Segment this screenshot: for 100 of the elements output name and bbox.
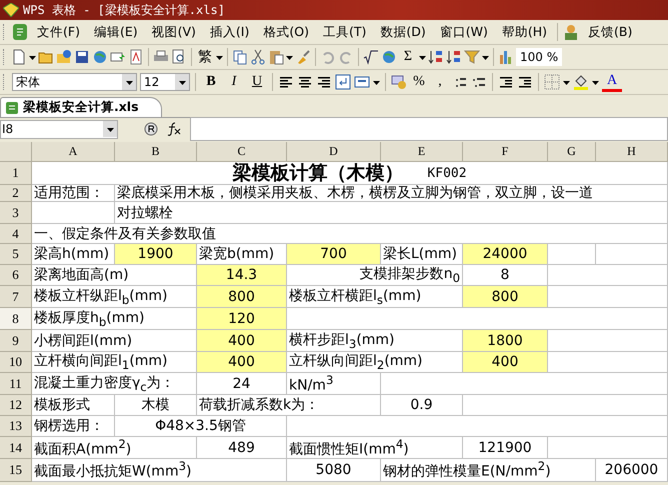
column-header[interactable]: F xyxy=(463,142,548,162)
menu-item[interactable]: 文件(F) xyxy=(31,22,86,42)
row-header[interactable]: 8 xyxy=(0,308,32,330)
table-cell: 梁离地面高(m) xyxy=(32,265,197,286)
toolbar-button[interactable]: Σ xyxy=(399,47,417,67)
paint-bucket-icon xyxy=(573,74,589,90)
row-header[interactable]: 12 xyxy=(0,395,32,416)
table-cell: 1800 xyxy=(463,330,548,352)
table-cell: 截面惯性矩I(mm$^{4}$) xyxy=(287,437,463,459)
toolbar-button[interactable]: , xyxy=(431,72,449,92)
table-cell: 楼板立杆纵距l$_{b}$(mm) xyxy=(32,286,197,308)
copy-icon xyxy=(232,49,248,65)
table-cell: 立杆纵向间距l$_{2}$(mm) xyxy=(287,352,463,373)
table-cell: 800 xyxy=(197,286,287,308)
sheet-code: KF002 xyxy=(427,166,467,180)
row-header[interactable]: 6 xyxy=(0,265,32,286)
row-header[interactable]: 5 xyxy=(0,244,32,265)
wrap-text-icon xyxy=(335,74,351,90)
table-cell: 1900 xyxy=(115,244,197,265)
bold-button[interactable]: B xyxy=(201,72,221,92)
table-cell: 荷载折减系数k为： xyxy=(197,395,381,416)
toolbar-button[interactable]: % xyxy=(410,72,428,92)
table-cell: 立杆横向间距l$_{1}$(mm) xyxy=(32,352,197,373)
column-header[interactable]: G xyxy=(548,142,596,162)
table-cell: 支模排架步数n$_{0}$ xyxy=(287,265,463,286)
font-size-select[interactable]: 12 xyxy=(140,73,190,91)
row-header[interactable]: 10 xyxy=(0,352,32,373)
spreadsheet-icon xyxy=(5,100,19,114)
table-cell: 梁长L(mm) xyxy=(381,244,463,265)
menu-item[interactable]: 格式(O) xyxy=(257,22,315,42)
menu-item[interactable]: 数据(D) xyxy=(374,22,432,42)
table-cell: 对拉螺栓 xyxy=(115,202,668,224)
toolbar-button[interactable]: 繁 xyxy=(196,47,214,67)
menu-item[interactable]: 视图(V) xyxy=(146,22,202,42)
table-cell: 钢楞选用： xyxy=(32,416,115,437)
registered-icon[interactable] xyxy=(144,122,158,136)
table-cell: Φ48×3.5钢管 xyxy=(115,416,287,437)
name-box[interactable]: I8 xyxy=(0,120,118,138)
table-cell: 适用范围： xyxy=(32,185,115,202)
underline-button[interactable]: U xyxy=(247,72,267,92)
column-header[interactable]: H xyxy=(596,142,668,162)
column-header[interactable]: A xyxy=(32,142,115,162)
row-header[interactable]: 13 xyxy=(0,416,32,437)
outdent-icon xyxy=(498,74,514,90)
table-cell: 小楞间距l(mm) xyxy=(32,330,197,352)
menu-item[interactable]: 窗口(W) xyxy=(434,22,494,42)
table-cell: 梁底模采用木板，侧模采用夹板、木楞，横楞及立脚为钢管，双立脚，设一道 xyxy=(115,185,668,202)
row-header[interactable]: 3 xyxy=(0,202,32,224)
bar-chart-icon xyxy=(498,49,514,65)
folder-globe-icon xyxy=(56,49,72,65)
table-cell: 0.9 xyxy=(381,395,463,416)
table-cell: 489 xyxy=(197,437,287,459)
row-header[interactable]: 1 xyxy=(0,162,32,185)
column-header[interactable]: B xyxy=(115,142,197,162)
table-cell: kN/m$^{3}$ xyxy=(287,373,381,395)
clipboard-icon xyxy=(268,49,284,65)
row-header[interactable]: 7 xyxy=(0,286,32,308)
table-cell: 梁宽b(mm) xyxy=(197,244,287,265)
row-header[interactable]: 11 xyxy=(0,373,32,395)
table-cell: 梁高h(mm) xyxy=(32,244,115,265)
table-cell: 800 xyxy=(463,286,548,308)
table-cell: 121900 xyxy=(463,437,548,459)
table-cell: 楼板立杆横距l$_{s}$(mm) xyxy=(287,286,463,308)
italic-button[interactable]: I xyxy=(224,72,244,92)
menu-item[interactable]: 插入(I) xyxy=(204,22,256,42)
column-header[interactable]: C xyxy=(197,142,287,162)
table-cell: 混凝土重力密度γ$_{c}$为： xyxy=(32,373,197,395)
menu-item[interactable]: 工具(T) xyxy=(316,22,372,42)
indent-icon xyxy=(517,74,533,90)
file-tab[interactable]: 梁模板安全计算.xls xyxy=(0,97,162,117)
row-header[interactable]: 15 xyxy=(0,459,32,482)
zoom-field[interactable]: 100 % xyxy=(516,48,562,66)
menu-item[interactable]: 帮助(H) xyxy=(496,22,554,42)
table-cell: 截面最小抵抗矩W(mm$^{3}$) xyxy=(32,459,287,482)
align-left-icon xyxy=(278,74,294,90)
window-title: WPS 表格 - [梁模板安全计算.xls] xyxy=(23,2,225,18)
column-header[interactable]: E xyxy=(381,142,463,162)
table-cell: 24000 xyxy=(463,244,548,265)
row-header[interactable]: 4 xyxy=(0,224,32,244)
font-select[interactable]: 宋体 xyxy=(12,73,137,91)
font-color-button[interactable]: A xyxy=(602,72,622,92)
table-cell: 400 xyxy=(197,352,287,373)
table-cell: 5080 xyxy=(287,459,381,482)
column-header[interactable]: D xyxy=(287,142,381,162)
table-cell: 钢材的弹性模量E(N/mm$^{2}$) xyxy=(381,459,596,482)
pdf-icon xyxy=(128,49,144,65)
table-cell: 400 xyxy=(463,352,548,373)
table-cell: 8 xyxy=(463,265,548,286)
merge-cells-icon xyxy=(354,74,370,90)
app-logo-icon xyxy=(3,3,19,17)
function-icon[interactable] xyxy=(166,122,182,136)
formula-input[interactable] xyxy=(190,117,668,141)
row-header[interactable]: 2 xyxy=(0,185,32,202)
sort-descending-icon xyxy=(446,49,462,65)
menu-item[interactable]: 编辑(E) xyxy=(88,22,144,42)
table-cell: 700 xyxy=(287,244,381,265)
feedback-menu-item[interactable]: 反馈(B) xyxy=(582,22,638,42)
row-header[interactable]: 9 xyxy=(0,330,32,352)
row-header[interactable]: 14 xyxy=(0,437,32,459)
borders-icon xyxy=(544,74,560,90)
